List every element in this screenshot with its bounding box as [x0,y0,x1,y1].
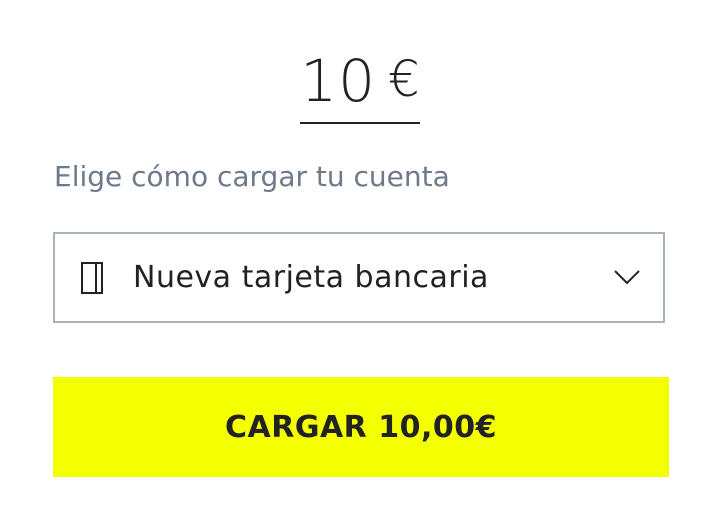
payment-method-label: Nueva tarjeta bancaria [133,260,489,295]
amount-input[interactable]: 10 € [300,40,420,124]
credit-card-icon [81,261,103,294]
top-up-page: 10 € Elige cómo cargar tu cuenta Nueva t… [0,0,720,516]
top-up-button[interactable]: CARGAR 10,00€ [53,377,669,477]
amount-value: 10 [300,47,376,115]
payment-method-select[interactable]: Nueva tarjeta bancaria [53,232,665,323]
payment-method-heading: Elige cómo cargar tu cuenta [54,160,450,193]
currency-symbol: € [388,50,420,108]
chevron-down-icon [613,266,641,288]
amount-field: 10 € [300,40,420,124]
